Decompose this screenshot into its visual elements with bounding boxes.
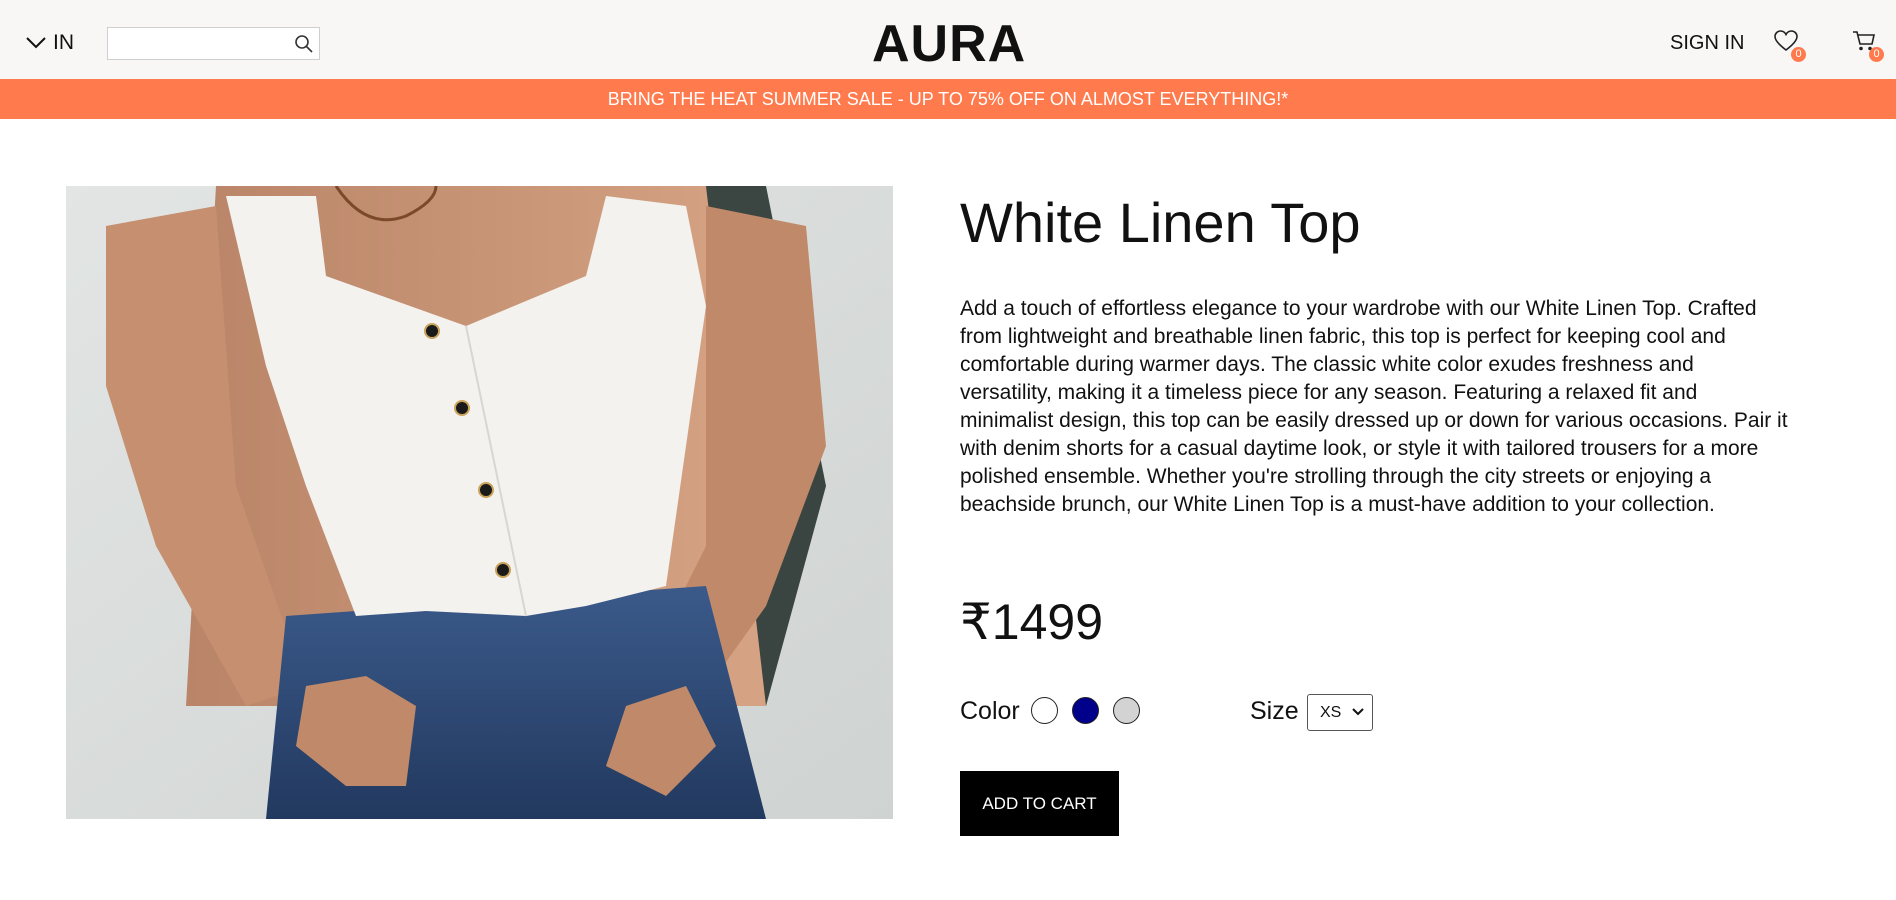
color-swatch-grey[interactable]: [1113, 697, 1140, 724]
color-swatch-navy[interactable]: [1072, 697, 1099, 724]
add-to-cart-button[interactable]: ADD TO CART: [960, 771, 1119, 836]
region-selector[interactable]: IN: [25, 31, 74, 55]
size-selected-value: XS: [1320, 703, 1342, 721]
product-price: ₹1499: [960, 594, 1104, 650]
product-title: White Linen Top: [960, 191, 1361, 254]
size-select[interactable]: XS: [1307, 694, 1373, 731]
sign-in-link[interactable]: SIGN IN: [1670, 32, 1744, 55]
wishlist-count-badge: 0: [1791, 47, 1806, 62]
region-label: IN: [53, 31, 74, 54]
product-image: [66, 186, 893, 819]
color-swatch-white[interactable]: [1031, 697, 1058, 724]
site-header: IN AURA SIGN IN 0 0: [0, 0, 1896, 79]
chevron-down-icon: [1352, 708, 1364, 716]
cart-count-badge: 0: [1869, 47, 1884, 62]
size-label: Size: [1250, 697, 1299, 725]
search-icon[interactable]: [294, 34, 314, 54]
promo-banner[interactable]: BRING THE HEAT SUMMER SALE - UP TO 75% O…: [0, 79, 1896, 119]
wishlist-button[interactable]: 0: [1774, 30, 1806, 62]
search-input[interactable]: [108, 28, 295, 59]
brand-logo[interactable]: AURA: [872, 14, 1026, 74]
chevron-down-icon: [26, 37, 46, 49]
search-box: [107, 27, 320, 60]
product-description: Add a touch of effortless elegance to yo…: [960, 297, 1788, 516]
cart-button[interactable]: 0: [1852, 30, 1884, 62]
color-label: Color: [960, 697, 1020, 725]
